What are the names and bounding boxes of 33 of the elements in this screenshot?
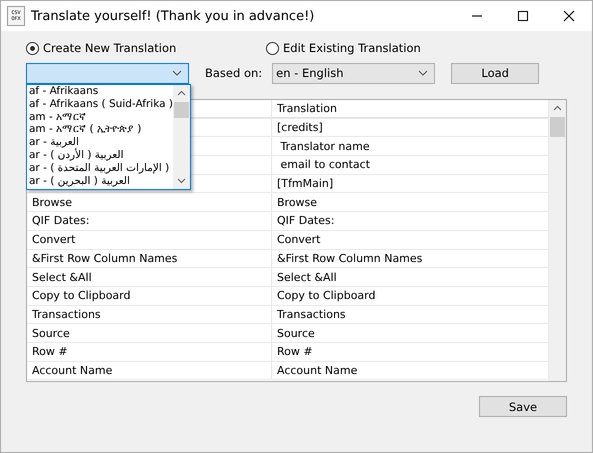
table-cell: Convert <box>27 230 272 248</box>
column-header[interactable]: Translation <box>272 100 549 118</box>
table-cell: Copy to Clipboard <box>27 286 272 305</box>
table-cell: Account Name <box>27 362 272 380</box>
table-cell: Source <box>27 324 272 342</box>
table-cell: Select &All <box>27 268 272 286</box>
radio-label[interactable]: Create New Translation <box>43 41 176 55</box>
table-cell: Browse <box>27 193 272 212</box>
table-cell: &First Row Column Names <box>27 250 272 268</box>
load-button[interactable]: Load <box>451 62 540 84</box>
language-option[interactable]: am - አማርኛ <box>27 110 173 124</box>
window-title: Translate yourself! (Thank you in advance!) <box>31 8 316 24</box>
radio-button[interactable] <box>266 42 279 54</box>
scroll-thumb[interactable] <box>174 102 189 118</box>
language-option[interactable]: am - አማርኛ ( ኢትዮጵያ ) <box>27 123 173 136</box>
scrollbar[interactable] <box>549 100 566 381</box>
language-option[interactable]: af - Afrikaans ( Suid-Afrika ) <box>27 98 173 111</box>
based-on-label: Based on: <box>205 66 262 80</box>
language-dropdown[interactable] <box>26 62 189 84</box>
language-option[interactable]: ar - ( الإمارات العربية المتحدة ) <box>27 162 173 175</box>
language-option[interactable]: ar - العربية <box>27 136 173 149</box>
table-cell: QIF Dates: <box>27 212 272 230</box>
table-cell: Row # <box>27 342 272 361</box>
scrollbar[interactable] <box>173 85 190 189</box>
based-on-dropdown[interactable]: en - English <box>272 62 436 84</box>
save-button[interactable]: Save <box>479 396 567 417</box>
table-cell: Transactions <box>27 306 272 324</box>
radio-label[interactable]: Edit Existing Translation <box>283 41 421 55</box>
radio-button[interactable] <box>26 42 39 54</box>
scroll-thumb[interactable] <box>550 117 565 137</box>
language-option[interactable]: ar - العربية ( البحرين ) <box>27 174 173 188</box>
language-option[interactable]: ar - العربية ( الأردن ) <box>27 148 173 162</box>
language-option[interactable]: af - Afrikaans <box>27 85 173 98</box>
